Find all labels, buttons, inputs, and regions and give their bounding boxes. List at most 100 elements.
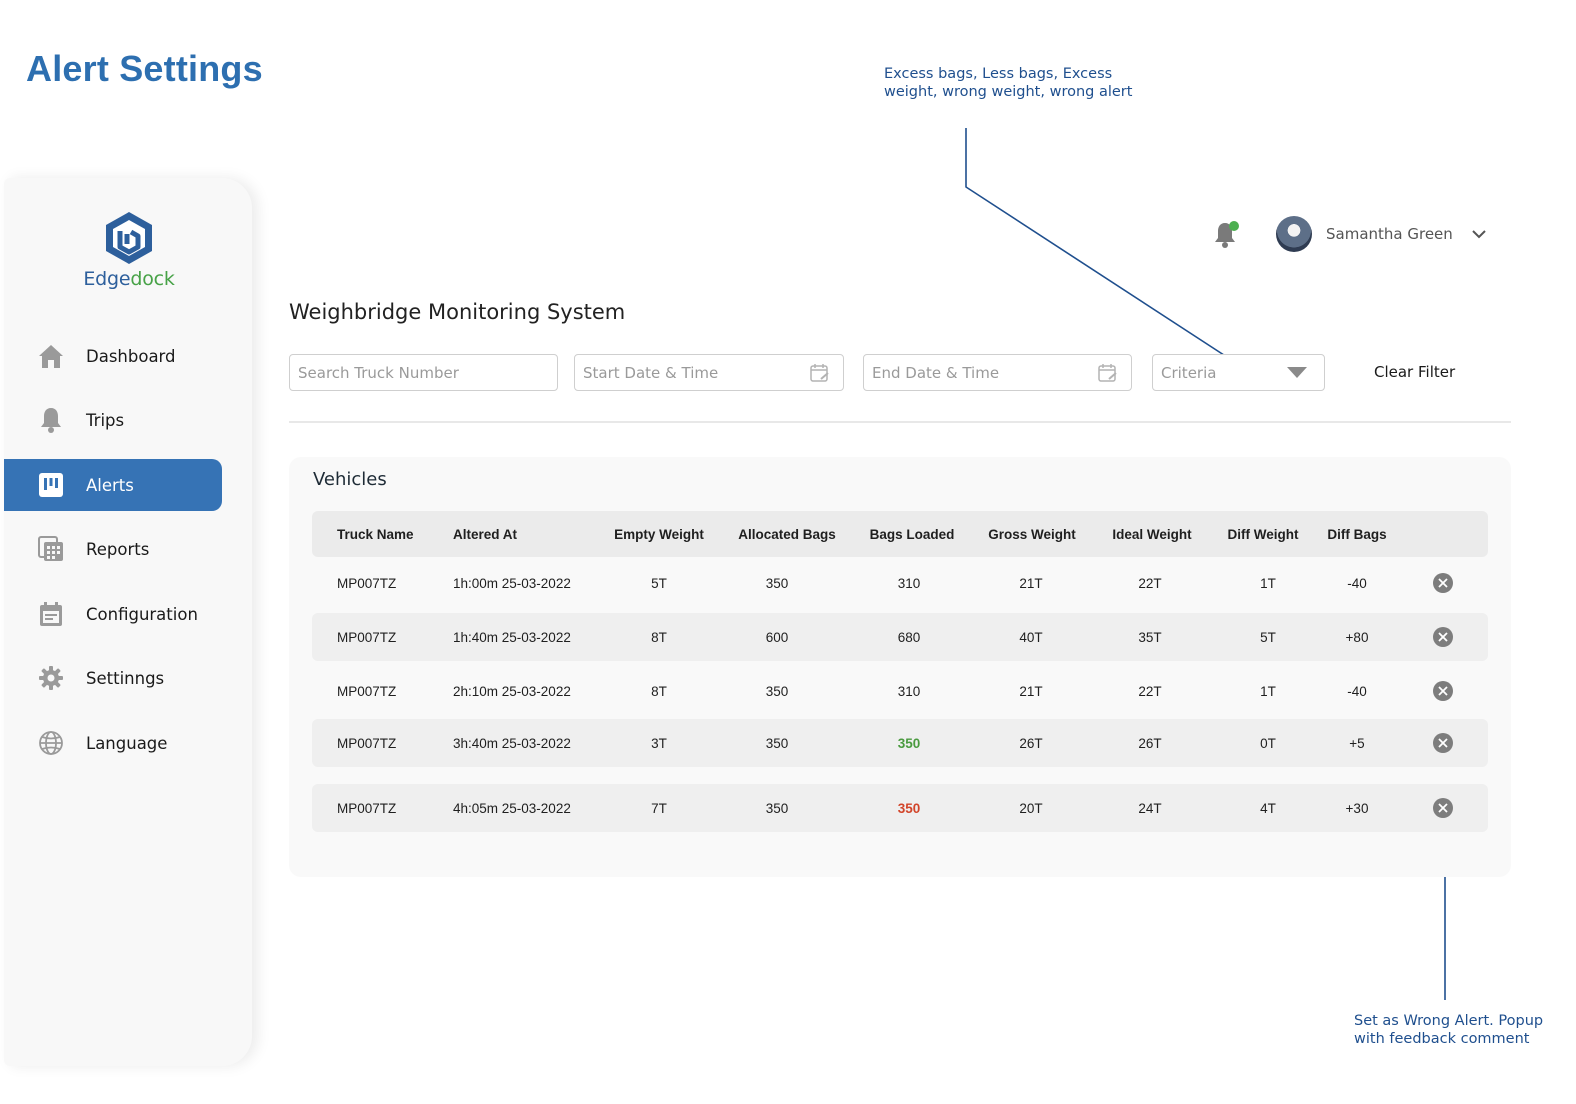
calendar-icon xyxy=(36,599,66,629)
brand-name-part2: dock xyxy=(130,268,175,290)
close-icon xyxy=(1438,738,1448,748)
cell-empty-weight: 3T xyxy=(651,735,667,751)
sidebar-item-label: Language xyxy=(86,733,168,753)
cell-diff-weight: 1T xyxy=(1260,575,1276,591)
sidebar-item-label: Alerts xyxy=(86,475,134,495)
sidebar-item-label: Reports xyxy=(86,539,150,559)
column-header-gross-weight: Gross Weight xyxy=(988,526,1076,542)
header-user-area: Samantha Green xyxy=(1212,216,1487,252)
sidebar-item-label: Configuration xyxy=(86,604,198,624)
cell-empty-weight: 8T xyxy=(651,683,667,699)
column-header-diff-bags: Diff Bags xyxy=(1327,526,1387,542)
close-icon xyxy=(1438,632,1448,642)
cell-ideal-weight: 22T xyxy=(1138,683,1162,699)
notification-status-dot xyxy=(1229,221,1239,231)
globe-icon xyxy=(36,728,66,758)
cell-empty-weight: 7T xyxy=(651,800,667,816)
wrong-alert-button[interactable] xyxy=(1433,798,1453,818)
wrong-alert-button[interactable] xyxy=(1433,733,1453,753)
cell-diff-weight: 0T xyxy=(1260,735,1276,751)
start-date-placeholder: Start Date & Time xyxy=(583,363,719,382)
cell-gross-weight: 21T xyxy=(1019,683,1043,699)
table-header: Truck Name Altered At Empty Weight Alloc… xyxy=(312,511,1488,557)
sidebar-item-label: Dashboard xyxy=(86,346,176,366)
criteria-select[interactable]: Criteria xyxy=(1152,354,1325,391)
notification-bell-button[interactable] xyxy=(1212,219,1240,249)
edgedock-logo-icon xyxy=(106,212,152,264)
brand-name: Edgedock xyxy=(74,268,184,290)
close-icon xyxy=(1438,686,1448,696)
column-header-empty-weight: Empty Weight xyxy=(614,526,704,542)
cell-truck-name: MP007TZ xyxy=(337,735,397,751)
cell-diff-weight: 4T xyxy=(1260,800,1276,816)
search-truck-input[interactable]: Search Truck Number xyxy=(289,354,558,391)
cell-altered-at: 3h:40m 25-03-2022 xyxy=(453,735,571,751)
cell-diff-bags: +5 xyxy=(1349,735,1365,751)
cell-ideal-weight: 22T xyxy=(1138,575,1162,591)
sidebar-item-label: Settinngs xyxy=(86,668,165,688)
annotation-arrow-criteria xyxy=(965,128,1251,373)
search-truck-placeholder: Search Truck Number xyxy=(298,363,459,382)
column-header-altered-at: Altered At xyxy=(453,526,518,542)
cell-altered-at: 2h:10m 25-03-2022 xyxy=(453,683,571,699)
cell-altered-at: 1h:40m 25-03-2022 xyxy=(453,629,571,645)
avatar[interactable] xyxy=(1276,216,1312,252)
cell-allocated-bags: 350 xyxy=(765,575,789,591)
cell-altered-at: 4h:05m 25-03-2022 xyxy=(453,800,571,816)
annotation-wrong-alert-note: Set as Wrong Alert. Popup with feedback … xyxy=(1354,1013,1544,1047)
sidebar-item-dashboard[interactable]: Dashboard xyxy=(4,330,222,382)
criteria-placeholder: Criteria xyxy=(1161,363,1217,382)
start-date-field[interactable]: Start Date & Time xyxy=(574,354,844,391)
cell-ideal-weight: 35T xyxy=(1138,629,1162,645)
table-row: MP007TZ 1h:00m 25-03-2022 5T 350 310 21T… xyxy=(312,559,1488,607)
chevron-down-icon[interactable] xyxy=(1471,229,1487,239)
column-header-allocated-bags: Allocated Bags xyxy=(738,526,836,542)
cell-diff-bags: +30 xyxy=(1345,800,1369,816)
sidebar-item-configuration[interactable]: Configuration xyxy=(4,588,222,640)
wrong-alert-button[interactable] xyxy=(1433,681,1453,701)
cell-gross-weight: 21T xyxy=(1019,575,1043,591)
gear-icon xyxy=(36,663,66,693)
column-header-truck-name: Truck Name xyxy=(337,526,414,542)
cell-diff-bags: -40 xyxy=(1347,683,1367,699)
cell-allocated-bags: 350 xyxy=(765,683,789,699)
vehicles-card: Vehicles Truck Name Altered At Empty Wei… xyxy=(289,457,1511,877)
sidebar-item-reports[interactable]: Reports xyxy=(4,523,222,575)
sidebar-item-trips[interactable]: Trips xyxy=(4,394,222,446)
end-date-field[interactable]: End Date & Time xyxy=(863,354,1132,391)
cell-allocated-bags: 350 xyxy=(765,800,789,816)
calendar-edit-icon[interactable] xyxy=(1097,362,1119,384)
column-header-bags-loaded: Bags Loaded xyxy=(869,526,955,542)
brand-logo[interactable]: Edgedock xyxy=(74,210,184,290)
cell-bags-loaded: 350 xyxy=(897,800,921,816)
table-row: MP007TZ 2h:10m 25-03-2022 8T 350 310 21T… xyxy=(312,667,1488,715)
home-icon xyxy=(36,341,66,371)
cell-ideal-weight: 26T xyxy=(1138,735,1162,751)
end-date-placeholder: End Date & Time xyxy=(872,363,1000,382)
cell-bags-loaded: 310 xyxy=(897,575,921,591)
cell-bags-loaded: 310 xyxy=(897,683,921,699)
cell-gross-weight: 26T xyxy=(1019,735,1043,751)
annotation-criteria-note: Excess bags, Less bags, Excess weight, w… xyxy=(884,66,1133,100)
cell-ideal-weight: 24T xyxy=(1138,800,1162,816)
user-name[interactable]: Samantha Green xyxy=(1326,225,1453,243)
sidebar-item-language[interactable]: Language xyxy=(4,717,222,769)
cell-allocated-bags: 600 xyxy=(765,629,789,645)
clear-filter-button[interactable]: Clear Filter xyxy=(1374,363,1455,381)
cell-truck-name: MP007TZ xyxy=(337,629,397,645)
wrong-alert-button[interactable] xyxy=(1433,573,1453,593)
cell-empty-weight: 5T xyxy=(651,575,667,591)
sidebar-item-alerts[interactable]: Alerts xyxy=(4,459,222,511)
calendar-edit-icon[interactable] xyxy=(809,362,831,384)
sidebar-item-settings[interactable]: Settinngs xyxy=(4,652,222,704)
vehicles-title: Vehicles xyxy=(313,469,387,490)
table-row: MP007TZ 3h:40m 25-03-2022 3T 350 350 26T… xyxy=(312,719,1488,767)
bell-icon xyxy=(36,405,66,435)
wrong-alert-button[interactable] xyxy=(1433,627,1453,647)
divider xyxy=(289,421,1511,423)
brand-name-part1: Edge xyxy=(83,268,131,290)
cell-gross-weight: 40T xyxy=(1019,629,1043,645)
reports-icon xyxy=(36,534,66,564)
cell-allocated-bags: 350 xyxy=(765,735,789,751)
cell-truck-name: MP007TZ xyxy=(337,683,397,699)
